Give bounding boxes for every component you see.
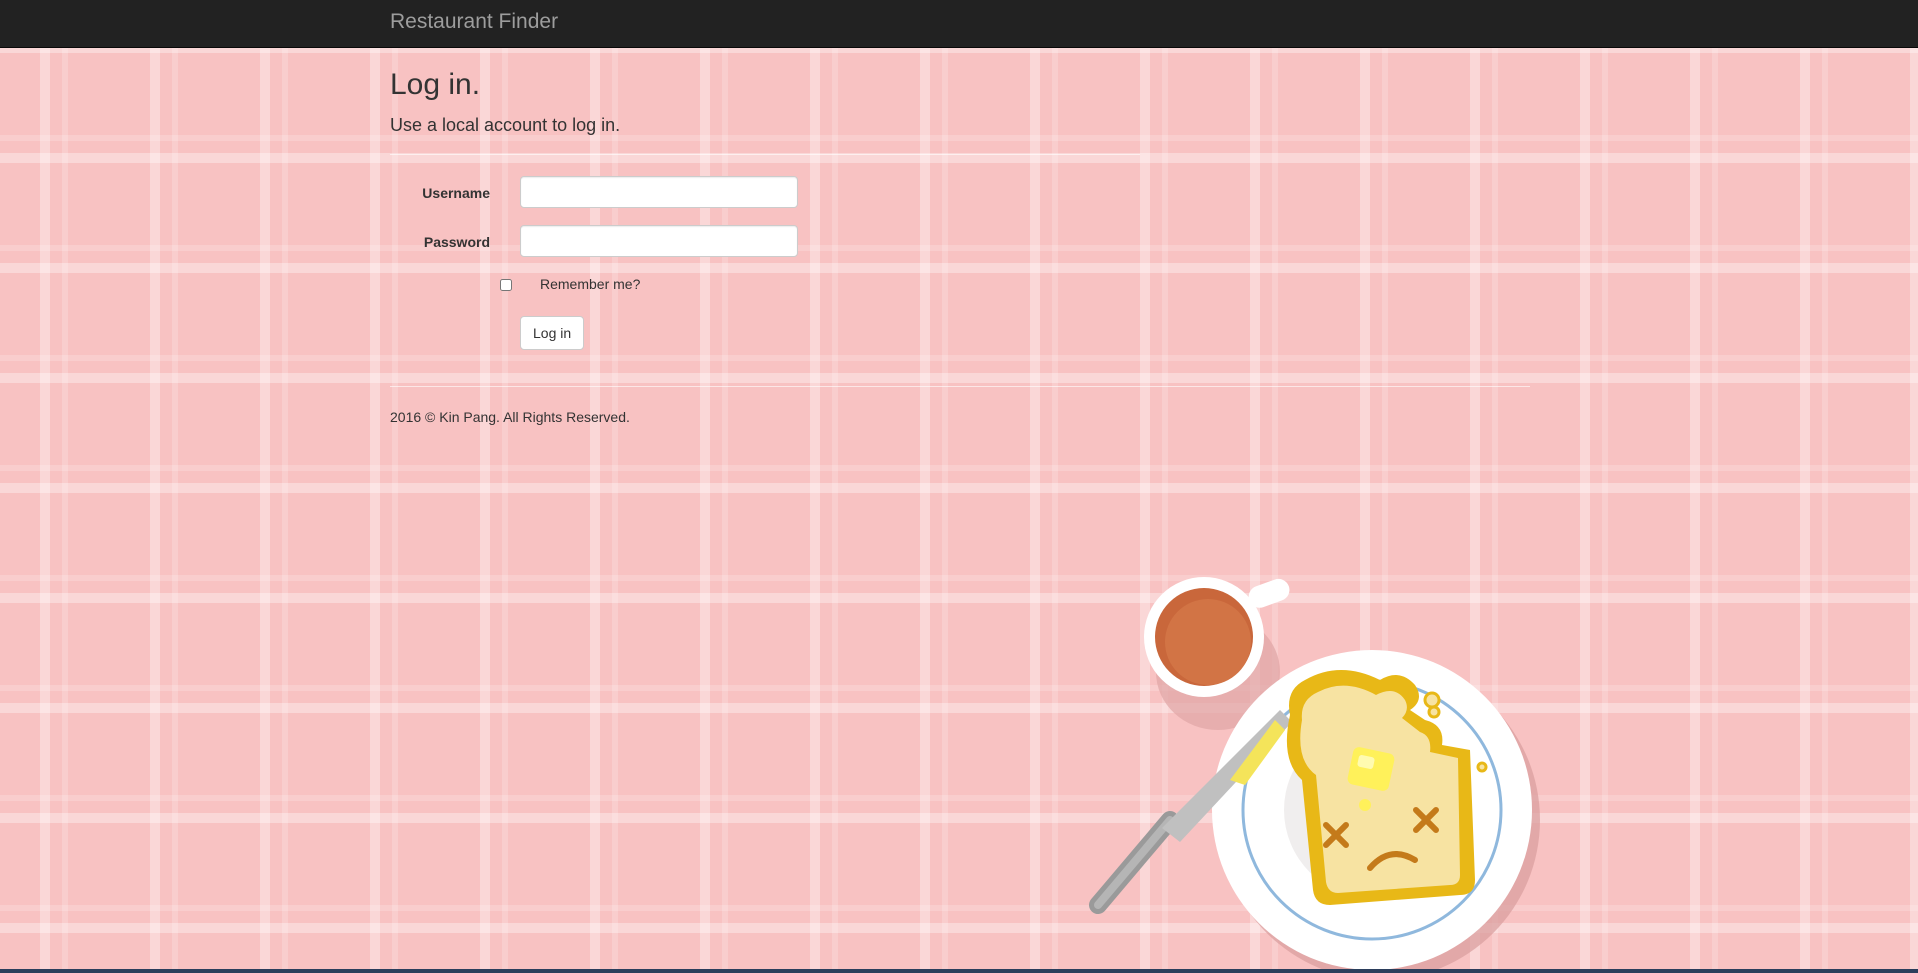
remember-row: Remember me? xyxy=(390,274,1530,316)
page-subtitle: Use a local account to log in. xyxy=(390,115,621,135)
password-row: Password xyxy=(390,225,1530,274)
brand-link[interactable]: Restaurant Finder xyxy=(390,10,558,34)
top-navbar: Restaurant Finder xyxy=(0,0,1918,48)
bottom-edge xyxy=(0,969,1918,973)
remember-me-label[interactable]: Remember me? xyxy=(540,276,640,292)
log-in-button[interactable]: Log in xyxy=(520,316,585,350)
submit-row: Log in xyxy=(390,316,1530,350)
footer-divider xyxy=(390,386,1530,387)
username-row: Username xyxy=(390,176,1530,225)
password-label: Password xyxy=(423,234,490,250)
footer-copyright: 2016 © Kin Pang. All Rights Reserved. xyxy=(390,409,630,425)
username-label: Username xyxy=(422,185,490,201)
main-content: Log in. Use a local account to log in. U… xyxy=(390,48,1530,425)
divider xyxy=(390,154,1140,155)
password-input[interactable] xyxy=(520,225,798,257)
remember-me-checkbox[interactable] xyxy=(500,279,512,291)
page-title: Log in. xyxy=(390,68,481,101)
login-form: Username Password Remember me? Log in xyxy=(390,176,1530,350)
sad-toast-illustration xyxy=(1089,577,1540,973)
username-input[interactable] xyxy=(520,176,798,208)
coffee-surface xyxy=(1165,599,1251,685)
